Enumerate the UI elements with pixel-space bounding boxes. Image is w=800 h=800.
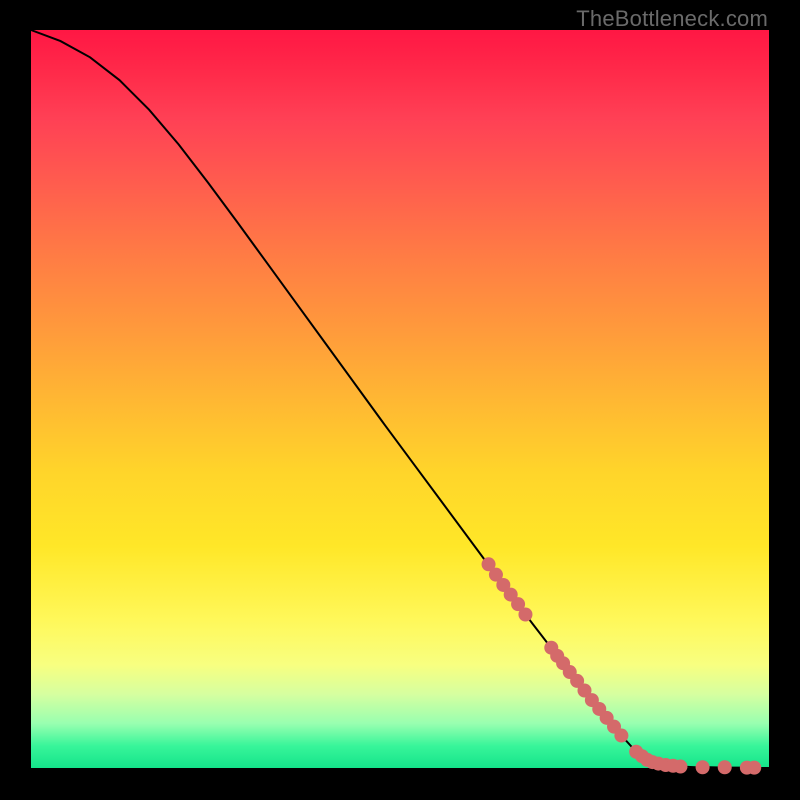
data-point: [614, 729, 628, 743]
attribution-label: TheBottleneck.com: [576, 6, 768, 32]
data-point: [747, 761, 761, 775]
curve-line: [31, 30, 769, 768]
data-point: [718, 760, 732, 774]
chart-svg: [31, 30, 769, 768]
data-point: [518, 608, 532, 622]
data-point: [696, 760, 710, 774]
data-point: [673, 760, 687, 774]
dot-cluster: [482, 557, 762, 774]
